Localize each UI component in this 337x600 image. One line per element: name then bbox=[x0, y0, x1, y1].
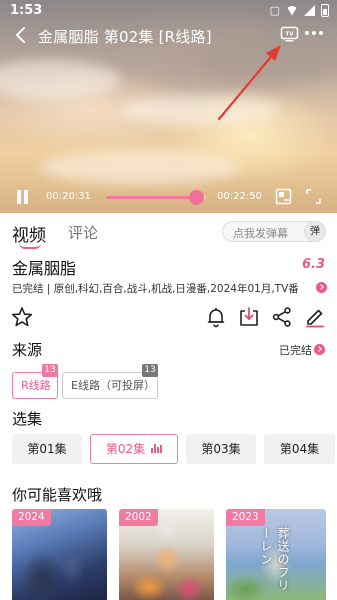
danmaku-input[interactable]: 点我发弹幕 弹 bbox=[222, 221, 326, 242]
route-count-badge: 13 bbox=[142, 364, 158, 377]
duration: 00:22:50 bbox=[217, 191, 262, 202]
screenshot-icon[interactable] bbox=[275, 188, 292, 205]
source-status[interactable]: 已完结 bbox=[279, 342, 325, 358]
playing-bars-icon bbox=[151, 444, 163, 453]
current-time: 00:20:31 bbox=[46, 191, 91, 202]
route-label: E线路（可投屏） bbox=[71, 379, 155, 392]
active-tab-indicator bbox=[19, 243, 41, 249]
source-heading: 来源 bbox=[12, 341, 43, 359]
route-label: R线路 bbox=[21, 379, 51, 392]
bell-icon[interactable] bbox=[205, 306, 227, 328]
recommend-card[interactable]: 2023 葬送のフリーレン bbox=[226, 509, 326, 600]
chevron-right-icon bbox=[314, 344, 325, 355]
episodes-heading: 选集 bbox=[12, 410, 43, 428]
episode-label: 第03集 bbox=[201, 442, 241, 456]
poster-title: 葬送のフリーレン bbox=[259, 527, 290, 592]
pause-icon[interactable] bbox=[16, 190, 28, 204]
route-count-badge: 13 bbox=[42, 364, 58, 377]
score: 6.3 bbox=[302, 257, 326, 272]
danmaku-placeholder: 点我发弹幕 bbox=[233, 227, 288, 240]
star-icon[interactable] bbox=[11, 306, 33, 328]
episode-button[interactable]: 第03集 bbox=[186, 434, 256, 464]
year-badge: 2023 bbox=[226, 509, 265, 526]
route-r[interactable]: R线路 13 bbox=[12, 364, 58, 399]
route-e[interactable]: E线路（可投屏） 13 bbox=[62, 364, 158, 399]
progress-fill bbox=[106, 196, 196, 199]
source-status-label: 已完结 bbox=[279, 344, 312, 357]
video-player[interactable]: 1:53 ▢ 金属胭脂 第02集 [R线路] TV 00:20:31 00:22… bbox=[0, 0, 337, 213]
year-badge: 2024 bbox=[12, 509, 51, 526]
progress-thumb[interactable] bbox=[189, 190, 204, 205]
meta-more-icon[interactable] bbox=[316, 282, 327, 293]
episode-button[interactable]: 第01集 bbox=[12, 434, 82, 464]
annotation-arrow bbox=[217, 45, 281, 121]
episode-label: 第04集 bbox=[279, 442, 320, 456]
fullscreen-icon[interactable] bbox=[306, 189, 321, 204]
anime-title: 金属胭脂 bbox=[12, 259, 77, 278]
episode-label: 第01集 bbox=[27, 442, 67, 456]
anime-meta: 已完结 | 原创,科幻,百合,战斗,机战,日漫番,2024年01月,TV番 bbox=[12, 283, 299, 295]
episode-label: 第02集 bbox=[105, 442, 146, 456]
recommend-heading: 你可能喜欢哦 bbox=[12, 486, 103, 504]
tab-comments[interactable]: 评论 bbox=[68, 222, 98, 243]
share-icon[interactable] bbox=[271, 306, 293, 328]
year-badge: 2002 bbox=[119, 509, 158, 526]
progress-slider[interactable] bbox=[106, 190, 206, 205]
content-tabs: 视频 评论 点我发弹幕 弹 bbox=[0, 213, 337, 249]
download-icon[interactable] bbox=[238, 306, 260, 328]
danmaku-toggle[interactable]: 弹 bbox=[304, 221, 326, 242]
recommend-card[interactable]: 2002 bbox=[119, 509, 214, 600]
episode-button[interactable]: 第04集 bbox=[264, 434, 335, 464]
episode-button-active[interactable]: 第02集 bbox=[90, 434, 178, 464]
player-controls: 00:20:31 00:22:50 bbox=[0, 184, 337, 210]
recommend-card[interactable]: 2024 bbox=[12, 509, 107, 600]
edit-icon[interactable] bbox=[304, 306, 326, 328]
